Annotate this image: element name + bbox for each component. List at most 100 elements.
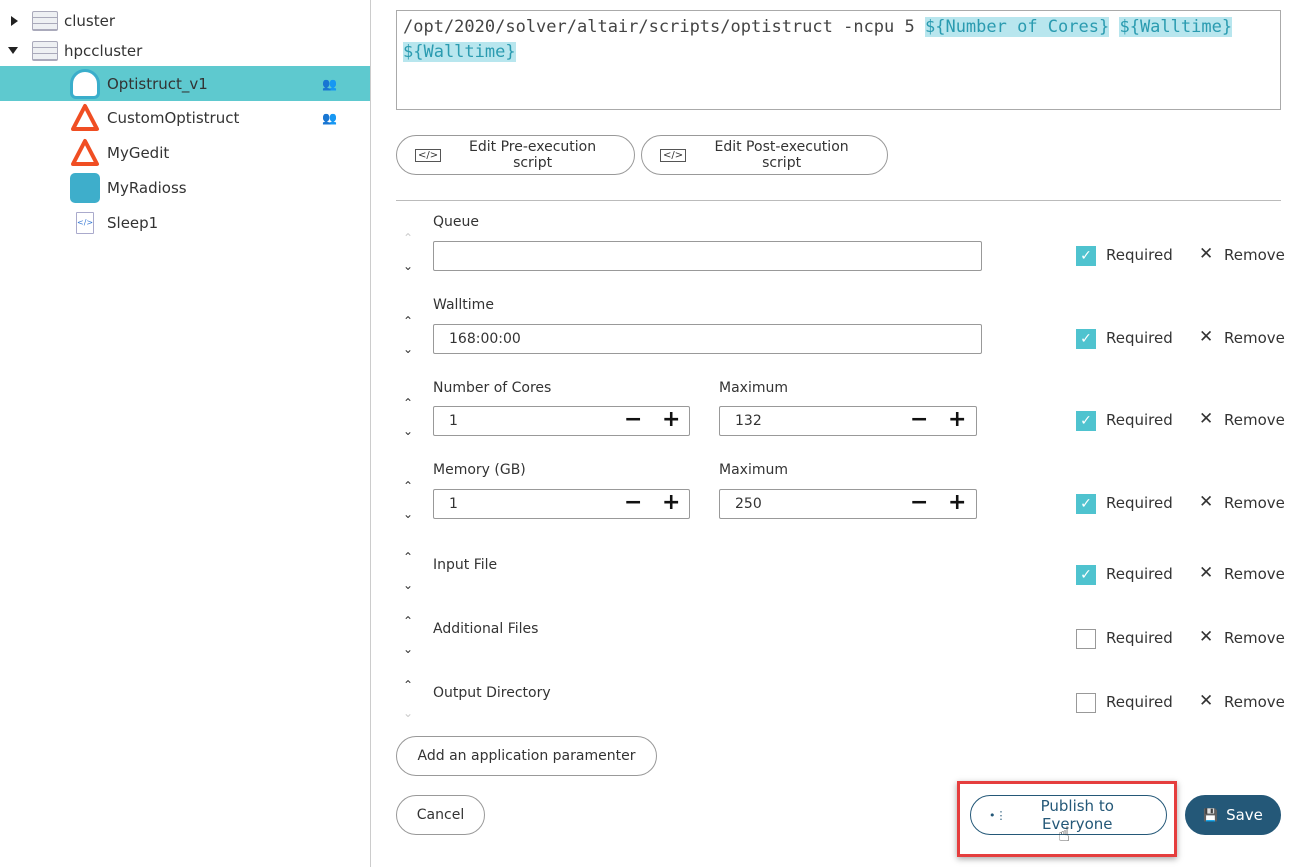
maximum-stepper[interactable]: 250 − + <box>719 489 977 519</box>
parameter-label: Queue <box>433 214 479 230</box>
required-checkbox[interactable] <box>1076 693 1096 713</box>
required-label: Required <box>1106 246 1173 264</box>
remove-icon[interactable]: ✕ <box>1199 563 1213 583</box>
variable-token: ${Walltime} <box>1119 17 1233 37</box>
remove-icon[interactable]: ✕ <box>1199 691 1213 711</box>
move-down-icon[interactable]: ⌄ <box>402 260 414 272</box>
parameter-input[interactable] <box>433 241 982 271</box>
maximum-label: Maximum <box>719 380 788 396</box>
button-label: Edit Pre-execution script <box>469 139 597 171</box>
move-down-icon[interactable]: ⌄ <box>402 425 414 437</box>
required-label: Required <box>1106 693 1173 711</box>
collapse-caret-icon[interactable] <box>8 47 18 54</box>
app-item-customoptistruct[interactable]: CustomOptistruct 👥 <box>0 100 370 135</box>
required-checkbox[interactable]: ✓ <box>1076 494 1096 514</box>
sidebar: cluster hpccluster Optistruct_v1 👥 Custo… <box>0 0 371 867</box>
expand-caret-icon[interactable] <box>11 15 18 26</box>
required-label: Required <box>1106 565 1173 583</box>
required-checkbox[interactable]: ✓ <box>1076 329 1096 349</box>
app-label: MyRadioss <box>107 178 187 197</box>
required-label: Required <box>1106 629 1173 647</box>
remove-button[interactable]: Remove <box>1224 693 1285 711</box>
parameter-input[interactable]: 168:00:00 <box>433 324 982 354</box>
value-text: 168:00:00 <box>449 331 521 347</box>
button-label: Add an application paramenter <box>417 748 636 764</box>
app-label: MyGedit <box>107 143 170 162</box>
parameter-label: Number of Cores <box>433 380 552 396</box>
app-item-mygedit[interactable]: MyGedit <box>0 135 370 170</box>
parameter-label: Memory (GB) <box>433 462 526 478</box>
app-label: CustomOptistruct <box>107 108 240 127</box>
app-item-sleep1[interactable]: </> Sleep1 <box>0 205 370 240</box>
remove-button[interactable]: Remove <box>1224 565 1285 583</box>
plus-icon[interactable]: + <box>662 407 680 433</box>
remove-button[interactable]: Remove <box>1224 494 1285 512</box>
save-button[interactable]: 💾 Save <box>1185 795 1281 835</box>
hand-cursor-icon: ☝ <box>1058 822 1071 846</box>
optistruct-icon <box>70 68 100 99</box>
cancel-button[interactable]: Cancel <box>396 795 485 835</box>
move-down-icon[interactable]: ⌄ <box>402 343 414 355</box>
remove-button[interactable]: Remove <box>1224 329 1285 347</box>
move-up-icon[interactable]: ⌃ <box>402 480 414 492</box>
value-stepper[interactable]: 1 − + <box>433 489 690 519</box>
remove-icon[interactable]: ✕ <box>1199 627 1213 647</box>
edit-pre-execution-button[interactable]: </> Edit Pre-execution script <box>396 135 635 175</box>
edit-post-execution-button[interactable]: </> Edit Post-execution script <box>641 135 888 175</box>
remove-icon[interactable]: ✕ <box>1199 409 1213 429</box>
remove-button[interactable]: Remove <box>1224 629 1285 647</box>
required-checkbox[interactable] <box>1076 629 1096 649</box>
required-checkbox[interactable]: ✓ <box>1076 411 1096 431</box>
parameter-label: Walltime <box>433 297 494 313</box>
add-parameter-button[interactable]: Add an application paramenter <box>396 736 657 776</box>
plus-icon[interactable]: + <box>948 407 966 433</box>
tree-label: hpccluster <box>64 41 143 60</box>
minus-icon[interactable]: − <box>624 407 642 433</box>
command-line-textarea[interactable]: /opt/2020/solver/altair/scripts/optistru… <box>396 10 1281 110</box>
move-up-icon[interactable]: ⌃ <box>402 315 414 327</box>
move-down-icon[interactable]: ⌄ <box>402 508 414 520</box>
required-checkbox[interactable]: ✓ <box>1076 246 1096 266</box>
variable-token: ${Walltime} <box>403 42 516 62</box>
move-up-icon[interactable]: ⌃ <box>402 679 414 691</box>
altair-logo-icon <box>70 138 100 168</box>
app-label: Optistruct_v1 <box>107 74 208 93</box>
divider <box>396 200 1281 201</box>
value-text: 1 <box>449 496 458 512</box>
remove-icon[interactable]: ✕ <box>1199 244 1213 264</box>
remove-icon[interactable]: ✕ <box>1199 492 1213 512</box>
remove-icon[interactable]: ✕ <box>1199 327 1213 347</box>
value-stepper[interactable]: 1 − + <box>433 406 690 436</box>
server-icon <box>32 10 58 31</box>
code-icon: </> <box>415 148 442 162</box>
value-text: 1 <box>449 413 458 429</box>
shared-users-icon: 👥 <box>322 110 337 125</box>
move-down-icon[interactable]: ⌄ <box>402 579 414 591</box>
move-up-icon[interactable]: ⌃ <box>402 397 414 409</box>
remove-button[interactable]: Remove <box>1224 246 1285 264</box>
app-item-myradioss[interactable]: MyRadioss <box>0 170 370 205</box>
maximum-label: Maximum <box>719 462 788 478</box>
share-icon: •⋮ <box>989 808 1007 822</box>
move-up-icon[interactable]: ⌃ <box>402 615 414 627</box>
parameter-label: Additional Files <box>433 621 539 637</box>
minus-icon[interactable]: − <box>910 490 928 516</box>
minus-icon[interactable]: − <box>624 490 642 516</box>
plus-icon[interactable]: + <box>948 490 966 516</box>
required-label: Required <box>1106 411 1173 429</box>
tree-item-hpccluster[interactable]: hpccluster <box>0 33 370 68</box>
required-checkbox[interactable]: ✓ <box>1076 565 1096 585</box>
move-down-icon[interactable]: ⌄ <box>402 707 414 719</box>
plus-icon[interactable]: + <box>662 490 680 516</box>
required-label: Required <box>1106 329 1173 347</box>
server-icon <box>32 40 58 61</box>
button-label: Publish to Everyone <box>1040 797 1114 833</box>
move-up-icon[interactable]: ⌃ <box>402 232 414 244</box>
app-item-optistruct-v1[interactable]: Optistruct_v1 👥 <box>0 66 370 101</box>
minus-icon[interactable]: − <box>910 407 928 433</box>
script-icon: </> <box>76 211 94 234</box>
remove-button[interactable]: Remove <box>1224 411 1285 429</box>
move-up-icon[interactable]: ⌃ <box>402 551 414 563</box>
maximum-stepper[interactable]: 132 − + <box>719 406 977 436</box>
move-down-icon[interactable]: ⌄ <box>402 643 414 655</box>
